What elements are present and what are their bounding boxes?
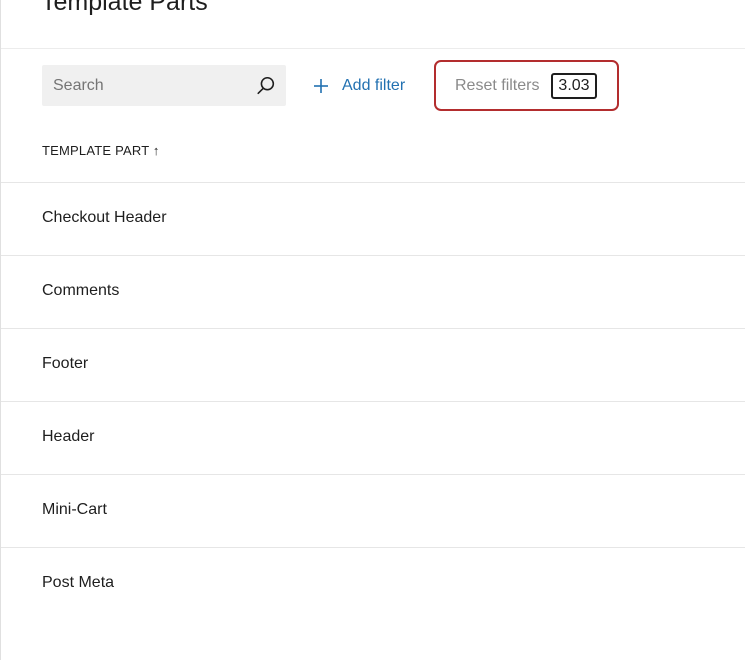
row-label[interactable]: Mini-Cart bbox=[42, 501, 107, 519]
add-filter-button[interactable]: Add filter bbox=[311, 70, 405, 102]
template-parts-screen: Template Parts Add filter Reset filters … bbox=[0, 0, 745, 660]
row-label[interactable]: Post Meta bbox=[42, 574, 114, 592]
table-row[interactable]: Comments bbox=[1, 255, 745, 328]
table-row[interactable]: Post Meta bbox=[1, 547, 745, 620]
search-icon[interactable] bbox=[255, 75, 277, 97]
row-label[interactable]: Comments bbox=[42, 282, 119, 300]
row-label[interactable]: Footer bbox=[42, 355, 88, 373]
column-header-template-part[interactable]: TEMPLATE PART ↑ bbox=[42, 143, 160, 158]
header-divider bbox=[1, 48, 745, 49]
table-row[interactable]: Checkout Header bbox=[1, 182, 745, 255]
row-label[interactable]: Header bbox=[42, 428, 94, 446]
table-row[interactable]: Header bbox=[1, 401, 745, 474]
search-box[interactable] bbox=[42, 65, 286, 106]
search-input[interactable] bbox=[42, 65, 242, 106]
plus-icon bbox=[314, 79, 328, 93]
add-filter-label: Add filter bbox=[342, 77, 406, 94]
page-title: Template Parts bbox=[41, 0, 208, 16]
table-row[interactable]: Footer bbox=[1, 328, 745, 401]
row-label[interactable]: Checkout Header bbox=[42, 209, 167, 227]
table-row[interactable]: Mini-Cart bbox=[1, 474, 745, 547]
reset-filters-button[interactable]: Reset filters bbox=[455, 74, 539, 98]
template-parts-list: Checkout Header Comments Footer Header M… bbox=[1, 182, 745, 620]
version-badge: 3.03 bbox=[551, 73, 597, 99]
